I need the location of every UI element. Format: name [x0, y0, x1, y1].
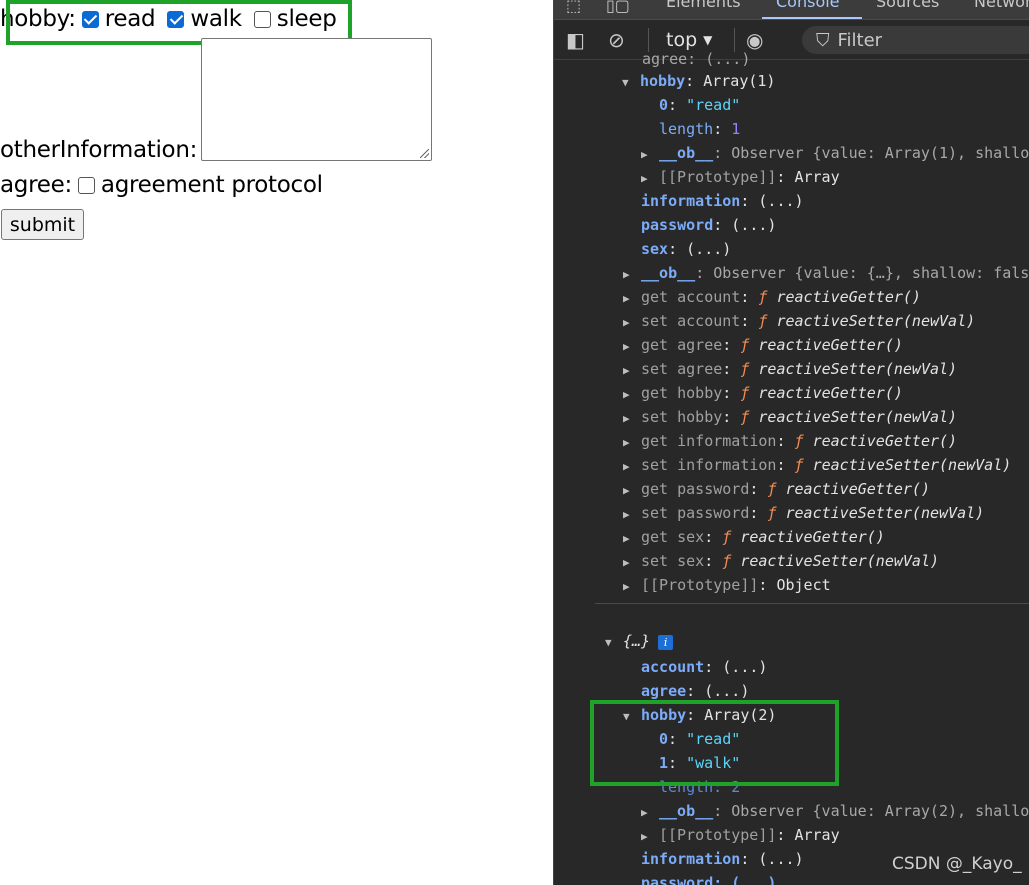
expand-triangle-icon[interactable]: ▶: [623, 503, 641, 527]
inspect-icon[interactable]: ⬚: [566, 0, 581, 15]
expand-triangle-icon[interactable]: ▶: [623, 263, 641, 287]
console-line-accessor[interactable]: ▶ get sex: ƒ reactiveGetter(): [623, 525, 885, 549]
device-icon[interactable]: ▯▢: [606, 0, 630, 15]
expand-triangle-icon[interactable]: ▶: [623, 359, 641, 383]
console-line-accessor[interactable]: ▶ set hobby: ƒ reactiveSetter(newVal): [623, 405, 957, 429]
console-line: 0: "read": [659, 730, 741, 748]
console-line: agree: (...): [642, 50, 751, 68]
console-line-ob[interactable]: ▶ __ob__: Observer {value: Array(2), shal…: [641, 799, 1029, 823]
console-line: length: 1: [659, 120, 741, 138]
filter-input[interactable]: ⛉ Filter: [802, 26, 1029, 54]
console-line: password: (...): [641, 874, 777, 885]
console-line-accessor[interactable]: ▶ set password: ƒ reactiveSetter(newVal): [623, 501, 984, 525]
submit-button[interactable]: submit: [1, 209, 84, 240]
console-line-accessor[interactable]: ▶ set agree: ƒ reactiveSetter(newVal): [623, 357, 957, 381]
tab-network[interactable]: Network: [974, 0, 1029, 11]
other-information-textarea[interactable]: [201, 38, 432, 161]
console-line-ob[interactable]: ▶ __ob__: Observer {value: Array(1), shal…: [641, 141, 1029, 165]
expand-triangle-icon[interactable]: ▶: [623, 551, 641, 575]
expand-triangle-icon[interactable]: ▶: [623, 383, 641, 407]
console-line: account: (...): [641, 658, 768, 676]
console-line-accessor[interactable]: ▶ set account: ƒ reactiveSetter(newVal): [623, 309, 975, 333]
console-divider: [595, 603, 1029, 604]
console-line: password: (...): [641, 216, 777, 234]
collapse-triangle-icon[interactable]: ▼: [605, 631, 623, 655]
hobby-sleep-checkbox[interactable]: [253, 10, 271, 28]
expand-triangle-icon[interactable]: ▶: [623, 311, 641, 335]
console-line-hobby[interactable]: ▼ hobby: Array(2): [623, 703, 776, 727]
clear-console-icon[interactable]: ⊘: [608, 28, 625, 52]
filter-placeholder: Filter: [837, 29, 883, 51]
hobby-read-checkbox[interactable]: [81, 10, 99, 28]
other-information-row: otherInformation:: [0, 137, 197, 163]
expand-triangle-icon[interactable]: ▶: [623, 335, 641, 359]
resize-grip-icon[interactable]: [420, 149, 429, 158]
expand-triangle-icon[interactable]: ▶: [641, 167, 659, 191]
console-line-hobby[interactable]: ▼ hobby: Array(1): [622, 69, 775, 93]
console-line: 1: "walk": [659, 754, 741, 772]
collapse-triangle-icon[interactable]: ▼: [623, 705, 641, 729]
expand-triangle-icon[interactable]: ▶: [623, 407, 641, 431]
console-line-accessor[interactable]: ▶ set information: ƒ reactiveSetter(newVa…: [623, 453, 1011, 477]
console-line-object[interactable]: ▼ {…} i: [605, 629, 674, 655]
console-line: agree: (...): [641, 682, 750, 700]
hobby-walk-checkbox[interactable]: [167, 10, 185, 28]
console-output: agree: (...) ▼ hobby: Array(1) 0: "read" …: [554, 50, 1029, 885]
expand-triangle-icon[interactable]: ▶: [623, 479, 641, 503]
agree-label: agree:: [0, 172, 72, 198]
console-line-accessor[interactable]: ▶ set sex: ƒ reactiveSetter(newVal): [623, 549, 939, 573]
console-line: information: (...): [641, 192, 804, 210]
filter-icon: ⛉: [816, 29, 830, 51]
expand-triangle-icon[interactable]: ▶: [623, 527, 641, 551]
collapse-triangle-icon[interactable]: ▼: [622, 71, 640, 95]
agree-checkbox[interactable]: [77, 176, 95, 194]
console-line-prototype[interactable]: ▶ [[Prototype]]: Array: [641, 823, 840, 847]
console-toolbar: ◧ ⊘ top ▼ ◉ ⛉ Filter: [554, 20, 1029, 60]
expand-triangle-icon[interactable]: ▶: [623, 455, 641, 479]
console-line-ob[interactable]: ▶ __ob__: Observer {value: {…}, shallow: …: [623, 261, 1029, 285]
console-line-accessor[interactable]: ▶ get hobby: ƒ reactiveGetter(): [623, 381, 903, 405]
agree-row: agree: agreement protocol: [0, 172, 323, 198]
expand-triangle-icon[interactable]: ▶: [641, 143, 659, 167]
console-line-prototype[interactable]: ▶ [[Prototype]]: Object: [623, 573, 831, 597]
tab-console[interactable]: Console: [776, 0, 840, 11]
hobby-row: hobby: read walk sleep: [0, 6, 337, 32]
expand-triangle-icon[interactable]: ▶: [623, 575, 641, 599]
hobby-walk-label[interactable]: walk: [190, 6, 242, 32]
expand-triangle-icon[interactable]: ▶: [641, 825, 659, 849]
info-icon[interactable]: i: [658, 635, 674, 650]
hobby-read-label[interactable]: read: [105, 6, 156, 32]
watermark: CSDN @_Kayo_: [892, 854, 1022, 874]
web-page: hobby: read walk sleep otherInformation:…: [0, 0, 553, 885]
hobby-sleep-label[interactable]: sleep: [277, 6, 337, 32]
expand-triangle-icon[interactable]: ▶: [623, 287, 641, 311]
tab-sources[interactable]: Sources: [876, 0, 939, 11]
expand-triangle-icon[interactable]: ▶: [623, 431, 641, 455]
agree-option-label[interactable]: agreement protocol: [101, 172, 323, 198]
sidebar-toggle-icon[interactable]: ◧: [566, 28, 585, 52]
console-line: sex: (...): [641, 240, 732, 258]
console-line-accessor[interactable]: ▶ get account: ƒ reactiveGetter(): [623, 285, 921, 309]
expand-triangle-icon[interactable]: ▶: [641, 801, 659, 825]
chevron-down-icon: ▼: [703, 33, 713, 47]
console-line-accessor[interactable]: ▶ get information: ƒ reactiveGetter(): [623, 429, 957, 453]
devtools-tabbar: ⬚ ▯▢ Elements Console Sources Network: [554, 0, 1029, 20]
console-line-accessor[interactable]: ▶ get agree: ƒ reactiveGetter(): [623, 333, 903, 357]
hobby-label: hobby:: [0, 6, 76, 32]
other-information-label: otherInformation:: [0, 137, 198, 163]
tab-elements[interactable]: Elements: [666, 0, 741, 11]
console-line-accessor[interactable]: ▶ get password: ƒ reactiveGetter(): [623, 477, 930, 501]
console-line: length: 2: [659, 778, 741, 796]
console-line: information: (...): [641, 850, 804, 868]
console-line: 0: "read": [659, 96, 741, 114]
devtools-panel: ⬚ ▯▢ Elements Console Sources Network ◧ …: [553, 0, 1029, 885]
console-line-prototype[interactable]: ▶ [[Prototype]]: Array: [641, 165, 840, 189]
